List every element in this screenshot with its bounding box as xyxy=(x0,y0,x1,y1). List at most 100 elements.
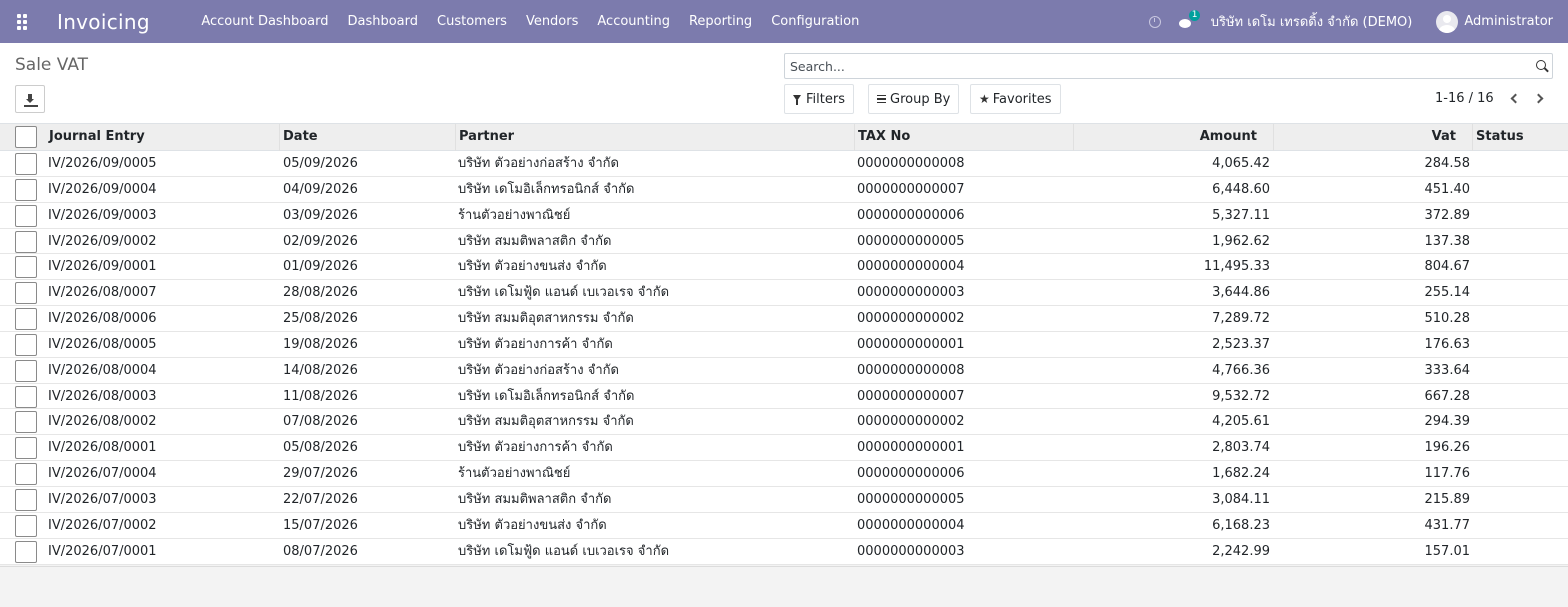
group-by-button[interactable]: Group By xyxy=(868,84,960,114)
cell-tax-no: 0000000000005 xyxy=(857,233,965,249)
row-checkbox[interactable] xyxy=(15,385,37,408)
table-row[interactable]: IV/2026/07/0001 08/07/2026 บริษัท เดโมฟู้ด… xyxy=(0,539,1568,565)
row-checkbox[interactable] xyxy=(15,333,37,356)
export-download-button[interactable] xyxy=(15,85,45,113)
search-icon[interactable] xyxy=(1536,60,1546,70)
menu-vendors[interactable]: Vendors xyxy=(516,14,587,29)
row-checkbox[interactable] xyxy=(15,463,37,486)
column-journal-entry[interactable]: Journal Entry xyxy=(45,124,280,151)
pager-previous-button[interactable] xyxy=(1509,93,1521,104)
row-checkbox[interactable] xyxy=(15,308,37,331)
cell-journal-entry: IV/2026/09/0003 xyxy=(48,207,157,223)
table-row[interactable]: IV/2026/09/0004 04/09/2026 บริษัท เดโมอิเล… xyxy=(0,177,1568,203)
row-checkbox[interactable] xyxy=(15,256,37,279)
table-row[interactable]: IV/2026/07/0003 22/07/2026 บริษัท สมมติพลา… xyxy=(0,487,1568,513)
menu-dashboard[interactable]: Dashboard xyxy=(338,14,428,29)
row-checkbox[interactable] xyxy=(15,282,37,305)
table-row[interactable]: IV/2026/08/0003 11/08/2026 บริษัท เดโมอิเล… xyxy=(0,384,1568,410)
table-row[interactable]: IV/2026/08/0005 19/08/2026 บริษัท ตัวอย่าง… xyxy=(0,332,1568,358)
app-brand[interactable]: Invoicing xyxy=(57,10,150,34)
row-checkbox[interactable] xyxy=(15,359,37,382)
cell-vat: 284.58 xyxy=(1424,156,1471,171)
company-switcher[interactable]: บริษัท เดโม เทรดดิ้ง จำกัด (DEMO) xyxy=(1211,11,1413,32)
filter-funnel-icon xyxy=(793,94,801,105)
user-menu[interactable]: Administrator xyxy=(1464,14,1553,29)
row-checkbox[interactable] xyxy=(15,488,37,511)
cell-partner: บริษัท เดโมฟู้ด แอนด์ เบเวอเรจ จำกัด xyxy=(458,543,670,559)
cell-tax-no: 0000000000004 xyxy=(857,259,965,275)
table-row[interactable]: IV/2026/09/0005 05/09/2026 บริษัท ตัวอย่าง… xyxy=(0,151,1568,177)
cell-tax-no: 0000000000006 xyxy=(857,207,965,223)
column-partner[interactable]: Partner xyxy=(455,124,855,151)
cell-journal-entry: IV/2026/09/0005 xyxy=(48,156,157,171)
table-row[interactable]: IV/2026/08/0001 05/08/2026 บริษัท ตัวอย่าง… xyxy=(0,435,1568,462)
cell-partner: บริษัท ตัวอย่างก่อสร้าง จำกัด xyxy=(458,156,619,171)
cell-tax-no: 0000000000001 xyxy=(857,440,965,456)
table-row[interactable]: IV/2026/08/0004 14/08/2026 บริษัท ตัวอย่าง… xyxy=(0,358,1568,384)
column-status[interactable]: Status xyxy=(1472,124,1568,151)
search-bar xyxy=(784,53,1553,79)
column-tax-no[interactable]: TAX No xyxy=(854,124,1074,151)
row-checkbox[interactable] xyxy=(15,230,37,253)
menu-configuration[interactable]: Configuration xyxy=(762,14,869,29)
filters-button[interactable]: Filters xyxy=(784,84,854,114)
cell-vat: 157.01 xyxy=(1424,543,1471,559)
cell-journal-entry: IV/2026/08/0004 xyxy=(48,362,157,378)
menu-account-dashboard[interactable]: Account Dashboard xyxy=(192,14,338,29)
cell-tax-no: 0000000000001 xyxy=(857,336,965,352)
user-avatar[interactable] xyxy=(1436,10,1459,33)
cell-date: 29/07/2026 xyxy=(283,466,358,482)
search-input[interactable] xyxy=(785,58,1515,74)
menu-customers[interactable]: Customers xyxy=(428,14,517,29)
cell-tax-no: 0000000000008 xyxy=(857,362,965,378)
messages-count-badge: 1 xyxy=(1188,10,1201,21)
table-row[interactable]: IV/2026/09/0002 02/09/2026 บริษัท สมมติพลา… xyxy=(0,229,1568,255)
table-row[interactable]: IV/2026/08/0002 07/08/2026 บริษัท สมมติอุต… xyxy=(0,409,1568,436)
cell-partner: ร้านตัวอย่างพาณิชย์ xyxy=(458,207,571,223)
row-checkbox[interactable] xyxy=(15,204,37,227)
cell-vat: 215.89 xyxy=(1424,491,1471,507)
row-checkbox[interactable] xyxy=(15,437,37,460)
favorites-button[interactable]: ★ Favorites xyxy=(970,84,1061,114)
cell-date: 11/08/2026 xyxy=(283,388,358,404)
cell-partner: ร้านตัวอย่างพาณิชย์ xyxy=(458,466,571,482)
row-checkbox[interactable] xyxy=(15,540,37,563)
cell-partner: บริษัท สมมติพลาสติก จำกัด xyxy=(458,491,612,507)
cell-vat: 255.14 xyxy=(1424,285,1471,301)
cell-partner: บริษัท ตัวอย่างขนส่ง จำกัด xyxy=(458,517,607,533)
table-row[interactable]: IV/2026/09/0003 03/09/2026 ร้านตัวอย่างพาณ… xyxy=(0,203,1568,229)
column-amount[interactable]: Amount xyxy=(1073,124,1274,151)
row-checkbox[interactable] xyxy=(15,153,37,175)
cell-vat: 333.64 xyxy=(1424,362,1471,378)
cell-amount: 3,644.86 xyxy=(1212,285,1270,301)
chevron-right-icon xyxy=(1533,93,1544,104)
table-row[interactable]: IV/2026/09/0001 01/09/2026 บริษัท ตัวอย่าง… xyxy=(0,254,1568,281)
activity-clock-icon[interactable] xyxy=(1148,15,1161,28)
cell-amount: 6,448.60 xyxy=(1212,181,1270,197)
column-date[interactable]: Date xyxy=(279,124,456,151)
row-checkbox[interactable] xyxy=(15,411,37,434)
messages-button[interactable]: 1 xyxy=(1178,10,1201,28)
cell-date: 15/07/2026 xyxy=(283,517,358,533)
cell-amount: 3,084.11 xyxy=(1212,491,1270,507)
row-checkbox[interactable] xyxy=(15,178,37,201)
menu-accounting[interactable]: Accounting xyxy=(588,14,680,29)
menu-reporting[interactable]: Reporting xyxy=(679,14,761,29)
pager-value[interactable]: 1-16 / 16 xyxy=(1435,91,1494,106)
cell-amount: 2,523.37 xyxy=(1212,336,1270,352)
cell-tax-no: 0000000000002 xyxy=(857,414,965,430)
apps-menu-icon[interactable] xyxy=(0,0,43,43)
cell-partner: บริษัท สมมติอุตสาหกรรม จำกัด xyxy=(458,414,634,430)
table-row[interactable]: IV/2026/08/0007 28/08/2026 บริษัท เดโมฟู้ด… xyxy=(0,280,1568,307)
cell-partner: บริษัท สมมติอุตสาหกรรม จำกัด xyxy=(458,311,634,327)
select-all-checkbox[interactable] xyxy=(15,126,37,148)
cell-date: 28/08/2026 xyxy=(283,285,358,301)
pager-next-button[interactable] xyxy=(1533,93,1545,104)
column-vat[interactable]: Vat xyxy=(1273,124,1473,151)
row-checkbox[interactable] xyxy=(15,514,37,537)
main-menu: Account Dashboard Dashboard Customers Ve… xyxy=(192,14,869,29)
table-row[interactable]: IV/2026/07/0004 29/07/2026 ร้านตัวอย่างพาณ… xyxy=(0,461,1568,487)
cell-vat: 431.77 xyxy=(1424,517,1471,533)
table-row[interactable]: IV/2026/08/0006 25/08/2026 บริษัท สมมติอุต… xyxy=(0,306,1568,332)
table-row[interactable]: IV/2026/07/0002 15/07/2026 บริษัท ตัวอย่าง… xyxy=(0,513,1568,539)
